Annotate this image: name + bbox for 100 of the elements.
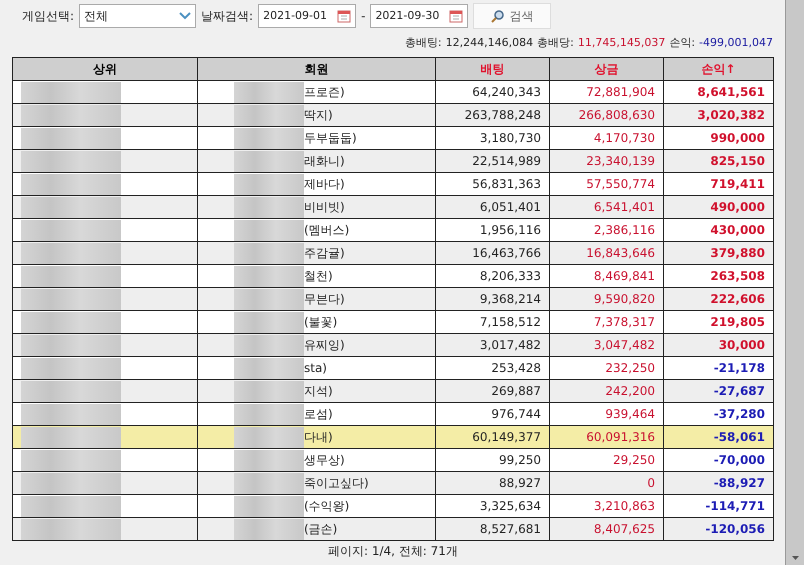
prize-cell: 266,808,630 — [550, 104, 664, 126]
bet-cell: 263,788,248 — [436, 104, 550, 126]
blurred-region — [234, 104, 304, 126]
member-name: 두부둡둡) — [304, 130, 357, 144]
member-name: 로섬) — [304, 406, 333, 420]
total-value: -499,001,047 — [699, 34, 773, 51]
profit-value: -58,061 — [714, 430, 765, 444]
member-name: (불꽃) — [304, 314, 338, 328]
blurred-region — [234, 196, 304, 218]
profit-value: 379,880 — [710, 246, 765, 260]
member-name: 지석) — [304, 383, 333, 398]
member-name: (금손) — [304, 521, 338, 536]
member-name: 비비빗) — [304, 199, 345, 214]
blurred-region — [234, 220, 304, 240]
total-value: 12,244,146,084 — [446, 34, 534, 51]
member-name: (멤버스) — [304, 222, 350, 236]
prize-cell: 60,091,316 — [550, 426, 664, 448]
profit-value: 490,000 — [710, 200, 765, 214]
member-name: 무븐다) — [304, 291, 345, 306]
date-label: 날짜검색: — [201, 8, 254, 25]
profit-value: -114,771 — [705, 499, 765, 513]
profit-value: -27,687 — [714, 384, 765, 398]
prize-cell: 23,340,139 — [550, 150, 664, 172]
member-name: 다내) — [304, 429, 333, 444]
game-label: 게임선택: — [22, 8, 74, 25]
blurred-region — [234, 174, 304, 194]
search-button[interactable]: 검색 — [473, 3, 552, 29]
total-label: 손익: — [669, 34, 696, 51]
blurred-region — [234, 380, 304, 402]
bet-cell: 22,514,989 — [436, 150, 550, 172]
member-name: 딱지) — [304, 107, 333, 122]
bet-cell: 269,887 — [436, 380, 550, 402]
member-name: 래화니) — [304, 153, 345, 168]
blurred-region — [234, 358, 304, 378]
bet-cell: 16,463,766 — [436, 242, 550, 264]
calendar-icon[interactable] — [449, 9, 464, 23]
profit-value: 990,000 — [710, 131, 765, 145]
prize-cell: 3,047,482 — [550, 334, 664, 356]
profit-value: 30,000 — [718, 338, 765, 352]
blurred-region — [234, 404, 304, 424]
blurred-region — [234, 312, 304, 332]
profit-value: -120,056 — [705, 522, 765, 536]
date-separator: - — [361, 8, 366, 25]
profit-value: -88,927 — [714, 476, 765, 490]
profit-value: 263,508 — [710, 269, 765, 283]
search-icon — [491, 9, 506, 23]
prize-cell: 242,200 — [550, 380, 664, 402]
member-name: 죽이고싶다) — [304, 475, 369, 490]
bet-cell: 60,149,377 — [436, 426, 550, 448]
blurred-region — [234, 496, 304, 516]
column-header[interactable]: 상위 — [12, 58, 198, 80]
column-header[interactable]: 회원 — [198, 58, 436, 80]
total-label: 총배당: — [537, 34, 574, 51]
profit-value: -37,280 — [714, 407, 765, 421]
member-name: 유찌잉) — [304, 337, 345, 352]
bet-cell: 3,017,482 — [436, 334, 550, 356]
date-to-field[interactable]: 2021-09-30 — [370, 4, 468, 28]
profit-value: 430,000 — [710, 223, 765, 237]
calendar-icon[interactable] — [337, 9, 352, 23]
prize-cell: 9,590,820 — [550, 288, 664, 310]
date-from-field[interactable]: 2021-09-01 — [258, 4, 356, 28]
member-name: sta) — [304, 360, 327, 374]
profit-value: 219,805 — [710, 315, 765, 329]
total-value: 11,745,145,037 — [578, 34, 666, 51]
profit-value: 8,641,561 — [697, 85, 765, 99]
member-name: (수익왕) — [304, 498, 350, 512]
blurred-region — [234, 450, 304, 470]
prize-cell: 6,541,401 — [550, 196, 664, 218]
blurred-region — [234, 266, 304, 286]
member-name: 주감귤) — [304, 245, 345, 260]
total-label: 총배팅: — [404, 34, 442, 51]
profit-value: 825,150 — [710, 154, 765, 168]
blurred-region — [234, 426, 304, 448]
profit-value: -70,000 — [714, 453, 765, 467]
game-select[interactable]: 전체 — [79, 4, 196, 28]
profit-value: 222,606 — [710, 292, 765, 306]
blurred-region — [234, 288, 304, 310]
chevron-down-icon — [179, 12, 192, 20]
member-name: 프로즌) — [304, 84, 345, 98]
pagination-text: 페이지: 1/4, 전체: 71개 — [328, 543, 458, 560]
member-name: 생무상) — [304, 452, 345, 466]
prize-cell: 8,407,625 — [550, 518, 664, 540]
profit-value: 3,020,382 — [697, 108, 765, 122]
blurred-region — [234, 334, 304, 356]
prize-cell: 16,843,646 — [550, 242, 664, 264]
blurred-region — [234, 242, 304, 264]
profit-value: 719,411 — [710, 177, 765, 191]
bet-cell: 6,051,401 — [436, 196, 550, 218]
member-name: 철천) — [304, 268, 333, 282]
blurred-region — [234, 82, 304, 102]
blurred-region — [234, 150, 304, 172]
prize-cell: 0 — [550, 472, 664, 494]
profit-value: -21,178 — [714, 361, 765, 375]
bet-cell: 9,368,214 — [436, 288, 550, 310]
blurred-region — [234, 472, 304, 494]
blurred-region — [234, 128, 304, 148]
member-name: 제바다) — [304, 176, 345, 190]
bet-cell: 88,927 — [436, 472, 550, 494]
bet-cell: 8,527,681 — [436, 518, 550, 540]
blurred-region — [234, 518, 304, 540]
